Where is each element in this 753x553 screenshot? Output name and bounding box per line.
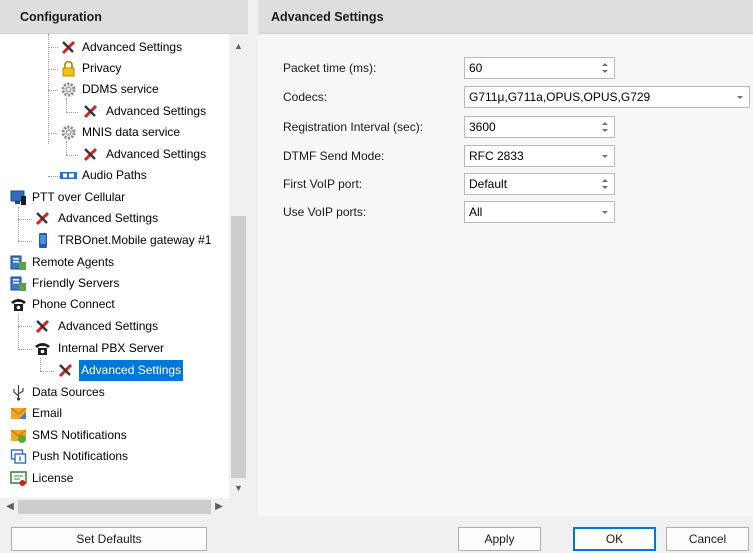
scrollbar-corner [229,498,248,516]
scroll-up-icon[interactable]: ▲ [229,38,248,54]
tree-horizontal-scrollbar[interactable]: ◀ ▶ [0,498,229,516]
tools-icon [57,362,74,379]
tree-item-advanced-settings[interactable]: Advanced Settings [0,37,229,58]
tree-item-ptt-over-cellular[interactable]: PTT over Cellular [0,187,229,208]
vertical-scroll-thumb[interactable] [231,216,246,478]
mobile-phone-icon [34,232,51,249]
license-icon [10,470,27,487]
tree-item-audio-paths[interactable]: Audio Paths [0,165,229,186]
packet-time-value: 60 [469,61,483,75]
codecs-dropdown[interactable]: G711μ,G711a,OPUS,OPUS,G729 [464,86,750,108]
tree-item-trbonet-mobile-gateway[interactable]: TRBOnet.Mobile gateway #1 [0,230,229,251]
scroll-left-icon[interactable]: ◀ [2,498,18,516]
horizontal-scroll-thumb[interactable] [18,500,211,514]
tree-item-internal-pbx-server[interactable]: Internal PBX Server [0,338,229,359]
tree-item-phone-advanced-settings[interactable]: Advanced Settings [0,316,229,337]
set-defaults-button[interactable]: Set Defaults [11,527,207,551]
spinner-arrows-icon[interactable] [598,58,614,78]
telephone-icon [34,340,51,357]
registration-interval-label: Registration Interval (sec): [283,120,424,134]
tree-item-email[interactable]: Email [0,403,229,424]
usb-icon [10,384,27,401]
push-notification-icon [10,448,27,465]
envelope-icon [10,405,27,422]
sms-icon [10,427,27,444]
use-voip-ports-value: All [469,205,483,219]
tree-item-license[interactable]: License [0,468,229,489]
tree-item-phone-connect[interactable]: Phone Connect [0,294,229,315]
spinner-arrows-icon[interactable] [598,117,614,137]
tree-item-push-notifications[interactable]: Push Notifications [0,446,229,467]
tools-icon [34,210,51,227]
packet-time-spinner[interactable]: 60 [464,57,615,79]
cancel-button[interactable]: Cancel [666,527,749,551]
chevron-down-icon[interactable] [602,155,608,158]
spinner-arrows-icon[interactable] [598,174,614,194]
registration-interval-spinner[interactable]: 3600 [464,116,615,138]
audio-paths-icon [60,167,77,184]
chevron-down-icon[interactable] [602,211,608,214]
tree-vertical-scrollbar[interactable]: ▲ ▼ [229,34,248,498]
tree-item-data-sources[interactable]: Data Sources [0,382,229,403]
scroll-right-icon[interactable]: ▶ [211,498,227,516]
tools-icon [60,39,77,56]
tree-item-ddms-advanced-settings[interactable]: Advanced Settings [0,101,229,122]
packet-time-label: Packet time (ms): [283,61,377,75]
tree-item-privacy[interactable]: Privacy [0,58,229,79]
configuration-tree[interactable]: Advanced Settings Privacy DDMS service A… [0,34,248,516]
lock-icon [60,60,77,77]
ok-button[interactable]: OK [573,527,656,551]
gear-icon [60,81,77,98]
configuration-panel-header: Configuration [0,0,248,34]
server-icon [10,275,27,292]
dtmf-send-mode-dropdown[interactable]: RFC 2833 [464,145,615,167]
tree-item-sms-notifications[interactable]: SMS Notifications [0,425,229,446]
scroll-down-icon[interactable]: ▼ [229,480,248,496]
dtmf-send-mode-value: RFC 2833 [469,149,524,163]
tree-item-friendly-servers[interactable]: Friendly Servers [0,273,229,294]
apply-button[interactable]: Apply [458,527,541,551]
telephone-icon [10,296,27,313]
tree-item-ddms-service[interactable]: DDMS service [0,79,229,100]
advanced-settings-form: Packet time (ms): 60 Codecs: G711μ,G711a… [258,34,753,516]
first-voip-port-value: Default [469,177,508,191]
tools-icon [82,146,99,163]
use-voip-ports-label: Use VoIP ports: [283,205,367,219]
codecs-label: Codecs: [283,90,328,104]
registration-interval-value: 3600 [469,120,496,134]
dtmf-send-mode-label: DTMF Send Mode: [283,149,385,163]
use-voip-ports-dropdown[interactable]: All [464,201,615,223]
tree-item-remote-agents[interactable]: Remote Agents [0,252,229,273]
tree-item-ptt-advanced-settings[interactable]: Advanced Settings [0,208,229,229]
codecs-value: G711μ,G711a,OPUS,OPUS,G729 [469,90,651,104]
chevron-down-icon[interactable] [737,96,743,99]
server-icon [10,254,27,271]
first-voip-port-spinner[interactable]: Default [464,173,615,195]
ptt-cellular-icon [10,189,27,206]
tree-item-pbx-advanced-settings[interactable]: Advanced Settings [0,360,229,381]
first-voip-port-label: First VoIP port: [283,177,363,191]
gear-icon [60,124,77,141]
tree-item-mnis-advanced-settings[interactable]: Advanced Settings [0,144,229,165]
tree-item-mnis-data-service[interactable]: MNIS data service [0,122,229,143]
tools-icon [34,318,51,335]
advanced-settings-panel-header: Advanced Settings [258,0,753,34]
tools-icon [82,103,99,120]
